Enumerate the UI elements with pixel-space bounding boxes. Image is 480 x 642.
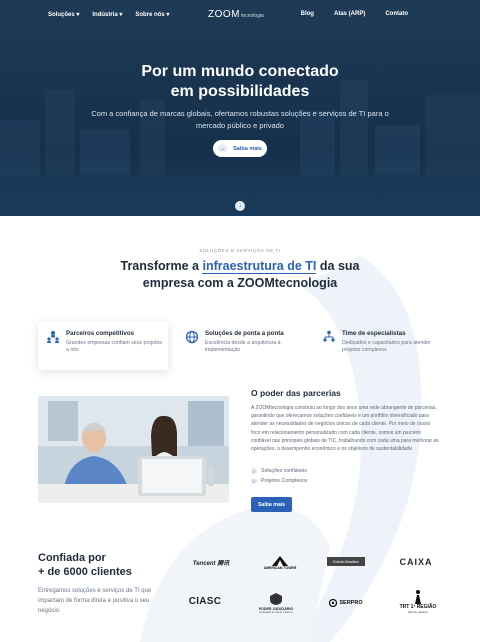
brand-sub: tecnologia: [241, 13, 264, 19]
feature-card-parceiros[interactable]: Parceiros competitivos Grandes empresas …: [38, 322, 168, 370]
feature-title: Parceiros competitivos: [66, 330, 135, 337]
serpro-mark-icon: [329, 599, 338, 607]
trust-title: Confiada por + de 6000 clientes: [38, 551, 132, 579]
services-title-post: da sua: [316, 259, 360, 273]
hero-title-line2: em possibilidades: [170, 83, 310, 100]
nav-left-menu: Soluções ▾ Indústria ▾ Sobre nós ▾: [48, 11, 169, 18]
check-label: Soluções confiáveis: [261, 468, 307, 474]
brand-name: ZOOM: [208, 9, 240, 20]
hero-section: Soluções ▾ Indústria ▾ Sobre nós ▾ ZOOM …: [0, 0, 480, 216]
check-label: Projetos Complexos: [261, 478, 308, 484]
american-tower-label: AMERICAN TOWER: [263, 566, 297, 570]
feature-desc: Dedicados e capacitados para atender pro…: [342, 340, 431, 353]
client-logo-caixa: CAIXA: [399, 557, 433, 567]
trt-sub: Rio de Janeiro: [408, 610, 428, 614]
scroll-down-icon[interactable]: ↓: [235, 201, 245, 211]
hero-title: Por um mundo conectado em possibilidades: [0, 62, 480, 102]
services-title-line2: empresa com a ZOOMtecnologia: [142, 276, 338, 290]
client-logo-exercito: Exército Brasileiro: [327, 557, 365, 566]
services-eyebrow: SOLUÇÕES E SERVIÇOS DE TI: [199, 248, 281, 253]
check-item: ✓ Projetos Complexos: [251, 478, 307, 484]
brand-logo[interactable]: ZOOM tecnologia: [208, 9, 264, 20]
check-item: ✓ Soluções confiáveis: [251, 468, 307, 474]
partners-text: A ZOOMtecnologia construiu ao longo dos …: [251, 405, 439, 453]
client-logo-ciasc: CIASC: [188, 595, 222, 607]
services-title-highlight: infraestrutura de TI: [202, 259, 317, 274]
nav-contato-link[interactable]: Contato: [385, 11, 408, 17]
nav-industria-link[interactable]: Indústria ▾: [92, 11, 122, 18]
people-network-icon: [47, 331, 59, 343]
feature-card-especialistas[interactable]: Time de especialistas Dedicados e capaci…: [314, 322, 444, 370]
client-logo-poder-judiciario: PODER JUDICIÁRIO do Estado de Santa Cata…: [252, 589, 300, 617]
client-logo-trt: TRT 1ª REGIÃO Rio de Janeiro: [394, 586, 442, 618]
nav-blog-link[interactable]: Blog: [301, 11, 314, 17]
nav-right-menu: Blog Atas (ARP) Contato: [301, 11, 408, 17]
arrow-right-icon: →: [218, 144, 228, 153]
tower-icon: [272, 556, 288, 566]
check-icon: ✓: [251, 468, 257, 474]
judiciario-sub: do Estado de Santa Catarina: [259, 610, 293, 614]
partners-title: O poder das parcerias: [251, 388, 341, 398]
client-logo-serpro: SERPRO: [326, 596, 366, 610]
trust-text: Entregamos soluções e serviços de TI que…: [38, 588, 152, 614]
office-team-photo: [38, 396, 229, 503]
partners-checklist: ✓ Soluções confiáveis ✓ Projetos Complexos: [251, 468, 307, 488]
feature-title: Time de especialistas: [342, 330, 406, 337]
globe-icon: [185, 330, 199, 344]
feature-title: Soluções de ponta a ponta: [205, 330, 284, 337]
hero-subtitle: Com a confiança de marcas globais, ofert…: [91, 109, 389, 130]
justice-figure-icon: [415, 590, 421, 604]
hero-saiba-mais-button[interactable]: → Saiba mais: [213, 140, 267, 157]
nav-solucoes-link[interactable]: Soluções ▾: [48, 11, 79, 18]
trust-title-line1: Confiada por: [38, 552, 106, 564]
top-navigation: Soluções ▾ Indústria ▾ Sobre nós ▾ ZOOM …: [0, 0, 480, 30]
coat-of-arms-icon: [270, 592, 282, 605]
client-logo-tencent: Tencent 腾讯: [192, 560, 230, 567]
hero-cta-label: Saiba mais: [233, 145, 262, 152]
nav-atas-link[interactable]: Atas (ARP): [334, 11, 365, 17]
trust-title-line2: + de 6000 clientes: [38, 566, 132, 578]
check-icon: ✓: [251, 478, 257, 484]
hero-title-line1: Por um mundo conectado: [141, 63, 339, 80]
nav-sobre-link[interactable]: Sobre nós ▾: [135, 11, 169, 18]
feature-desc: Grandes empresas confiam seus projetos a…: [66, 340, 163, 353]
services-title-pre: Transforme a: [120, 259, 203, 273]
services-title: Transforme a infraestrutura de TI da sua…: [0, 258, 480, 292]
serpro-label: SERPRO: [339, 600, 363, 606]
team-hierarchy-icon: [323, 330, 335, 342]
partners-saiba-mais-button[interactable]: Saiba mais: [251, 497, 292, 512]
client-logo-american-tower: AMERICAN TOWER: [255, 553, 305, 573]
feature-card-ponta-a-ponta[interactable]: Soluções de ponta a ponta Excelência des…: [177, 322, 307, 370]
feature-desc: Excelência desde a arquitetura à impleme…: [205, 340, 281, 353]
